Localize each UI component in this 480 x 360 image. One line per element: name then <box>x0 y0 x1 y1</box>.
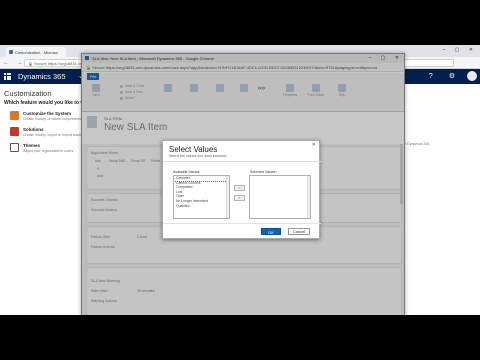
available-values-list[interactable]: Canceled Cannot Connect Completed Lost O… <box>173 175 230 219</box>
dialog-subtitle: Select the values you want included. <box>169 154 228 158</box>
selected-values-label: Selected Values: <box>250 170 277 174</box>
browser-tab-title: Customization - Microso <box>15 50 58 55</box>
available-values-label: Available Values: <box>173 170 201 174</box>
select-values-dialog: Select Values ✕ Select the values you wa… <box>162 140 321 239</box>
dialog-footer-divider <box>163 223 321 224</box>
option-title[interactable]: Themes <box>23 143 40 148</box>
option-title[interactable]: Customize the System <box>23 111 71 116</box>
option-desc: Adjust your organization's colors <box>23 149 74 153</box>
dialog-title: Select Values <box>169 145 218 154</box>
option-desc: Create, modify, export or import solutio… <box>23 133 87 137</box>
selected-values-list[interactable] <box>249 175 311 219</box>
secure-label: Secure <box>34 61 47 66</box>
app-launcher-icon[interactable] <box>4 73 11 80</box>
solutions-icon <box>10 127 19 136</box>
app-title[interactable]: Dynamics 365 <box>18 72 66 81</box>
add-value-button[interactable]: > <box>234 185 245 191</box>
themes-icon <box>10 143 19 152</box>
screen: Customization - Microso – ▢ ✕ ← → ⟳ 🔒 Se… <box>0 45 480 315</box>
settings-help-icons[interactable]: ? ⚙ <box>429 72 462 80</box>
dynamics-favicon-icon <box>9 50 13 54</box>
list-scrollbar[interactable] <box>307 176 310 218</box>
browser-tab[interactable]: Customization - Microso <box>6 47 66 57</box>
list-item[interactable]: Qualified <box>174 204 229 209</box>
cancel-button[interactable]: Cancel <box>288 228 310 235</box>
list-scrollbar[interactable] <box>226 176 229 218</box>
divider <box>163 161 321 162</box>
window-controls[interactable]: – ▢ ✕ <box>443 47 477 53</box>
remove-value-button[interactable]: < <box>234 195 245 201</box>
customize-icon <box>10 111 19 120</box>
option-title[interactable]: Solutions <box>23 127 44 132</box>
avatar[interactable] <box>467 71 477 81</box>
page-title: Customization <box>4 89 52 98</box>
close-icon[interactable]: ✕ <box>312 142 316 148</box>
ok-button[interactable]: OK <box>261 228 281 235</box>
